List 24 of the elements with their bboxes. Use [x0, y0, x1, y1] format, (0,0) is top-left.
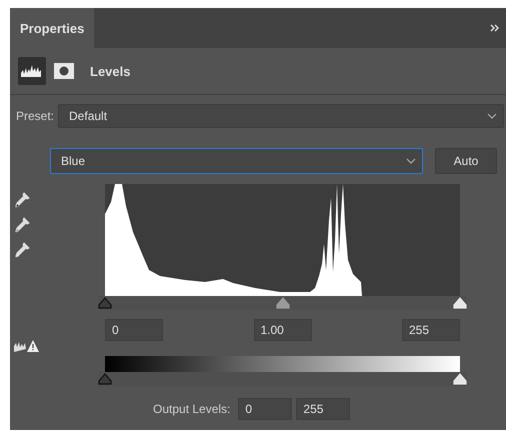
- clipping-warning-icon[interactable]: [14, 339, 40, 353]
- input-slider[interactable]: [98, 296, 467, 310]
- output-levels-label: Output Levels:: [153, 402, 230, 416]
- output-level-field[interactable]: 255: [296, 398, 350, 420]
- input-level-field[interactable]: 1.00: [254, 319, 312, 341]
- eyedropper-icon[interactable]: [14, 192, 30, 210]
- auto-button[interactable]: Auto: [435, 148, 497, 174]
- input-level-field[interactable]: 255: [402, 319, 460, 341]
- preset-dropdown[interactable]: Default: [58, 104, 504, 128]
- output-level-field[interactable]: 0: [238, 398, 292, 420]
- slider-thumb[interactable]: [98, 297, 112, 309]
- levels-icon[interactable]: [18, 57, 46, 85]
- chevron-icon: [487, 113, 497, 119]
- input-level-field[interactable]: 0: [105, 319, 163, 341]
- properties-tab[interactable]: Properties: [10, 8, 94, 48]
- expand-icon[interactable]: [490, 24, 500, 32]
- adjustment-title: Levels: [90, 64, 130, 78]
- preset-label: Preset:: [16, 109, 54, 123]
- output-slider[interactable]: [98, 372, 467, 386]
- slider-thumb[interactable]: [98, 373, 112, 385]
- chevron-icon: [406, 158, 416, 164]
- eyedropper-icon[interactable]: [14, 217, 30, 235]
- channel-dropdown[interactable]: Blue: [50, 148, 423, 174]
- eyedropper-icon[interactable]: [14, 242, 30, 260]
